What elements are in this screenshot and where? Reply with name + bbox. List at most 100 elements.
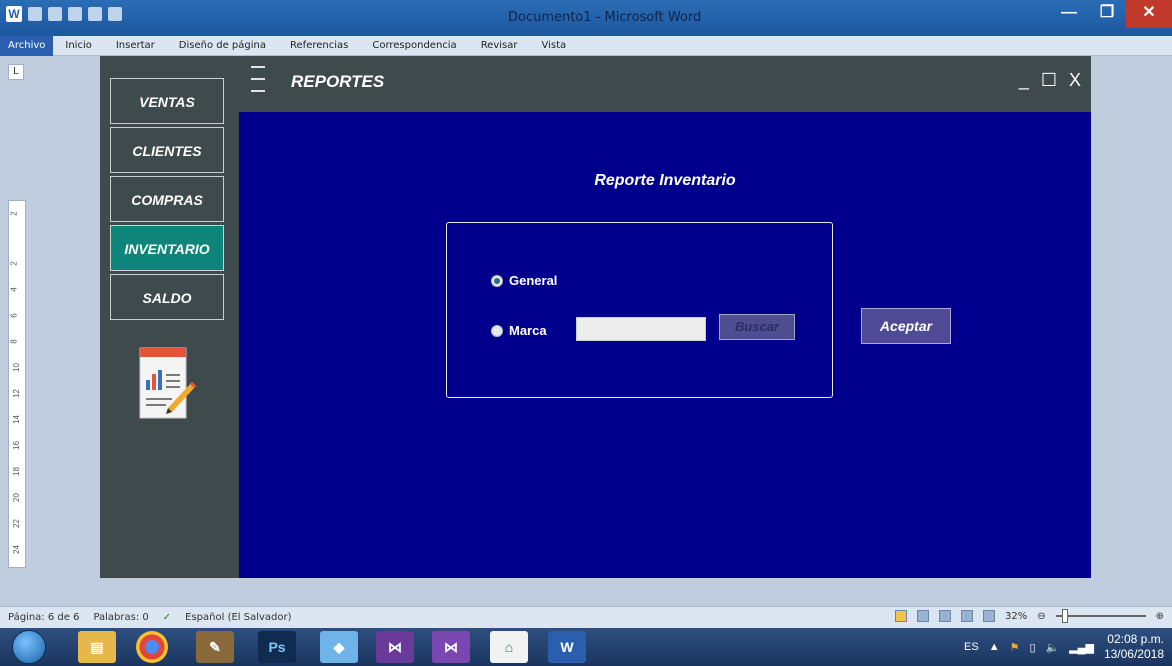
ribbon-tab-referencias[interactable]: Referencias [278, 40, 360, 51]
general-radio[interactable] [491, 274, 503, 287]
word-close-button[interactable]: ✕ [1126, 0, 1172, 28]
full-screen-reading-view-icon[interactable] [916, 610, 929, 622]
chrome-icon[interactable] [136, 631, 168, 663]
zoom-in-icon[interactable]: ⊕ [1156, 611, 1164, 622]
general-option[interactable]: General [491, 273, 557, 288]
save-icon[interactable] [28, 7, 42, 21]
outline-view-icon[interactable] [960, 610, 973, 622]
tab-selector[interactable]: L [8, 64, 24, 80]
ruler-number: 10 [11, 363, 21, 372]
word-logo-icon[interactable]: W [6, 6, 22, 22]
notification-icon[interactable]: ⚑ [1010, 641, 1020, 654]
redo-icon[interactable] [68, 7, 82, 21]
virtualbox-icon[interactable]: ◆ [320, 631, 358, 663]
report-options-panel: General Marca Buscar [446, 222, 833, 398]
ruler-number: 12 [11, 389, 21, 398]
zoom-slider[interactable] [1055, 609, 1146, 623]
nav-item-ventas[interactable]: VENTAS [110, 78, 224, 124]
signal-icon[interactable]: ▂▄▆ [1069, 641, 1094, 654]
marca-label: Marca [509, 323, 547, 338]
print-layout-view-icon[interactable] [894, 610, 907, 622]
photoshop-icon[interactable]: Ps [258, 631, 296, 663]
word-maximize-button[interactable]: ❐ [1088, 0, 1126, 28]
marca-input[interactable] [576, 317, 706, 341]
app-minimize-button[interactable]: _ [1019, 70, 1029, 91]
ruler-number: 22 [11, 519, 21, 528]
nav-item-compras[interactable]: COMPRAS [110, 176, 224, 222]
word-titlebar: W Documento1 - Microsoft Word — ❐ ✕ [0, 0, 1172, 36]
ribbon-tab-inicio[interactable]: Inicio [53, 40, 103, 51]
word-count[interactable]: Palabras: 0 [93, 612, 148, 623]
clock-date: 13/06/2018 [1103, 647, 1164, 661]
ruler-number: 4 [9, 287, 19, 292]
app-topbar: REPORTES _ ☐ X [239, 56, 1091, 112]
nav-item-inventario[interactable]: INVENTARIO [110, 225, 224, 271]
ruler-number: 8 [9, 339, 19, 344]
clock[interactable]: 02:08 p.m. 13/06/2018 [1104, 632, 1164, 662]
draft-view-icon[interactable] [982, 610, 995, 622]
marca-option[interactable]: Marca [491, 323, 547, 338]
tray-expand-icon[interactable]: ▲ [989, 641, 1000, 653]
app-maximize-button[interactable]: ☐ [1041, 70, 1057, 91]
ruler-number: 24 [11, 545, 21, 554]
app-store-icon[interactable]: ⌂ [490, 631, 528, 663]
report-content: Reporte Inventario General Marca Buscar … [239, 112, 1091, 578]
nav-item-saldo[interactable]: SALDO [110, 274, 224, 320]
word-window-controls: — ❐ ✕ [1050, 0, 1172, 28]
file-explorer-icon[interactable]: ▤ [78, 631, 116, 663]
language-tray[interactable]: ES [964, 641, 979, 653]
battery-icon[interactable]: ▯ [1029, 641, 1035, 654]
app-close-button[interactable]: X [1069, 70, 1081, 91]
quick-access-toolbar: W [6, 6, 122, 22]
ribbon-tab-revisar[interactable]: Revisar [469, 40, 530, 51]
clock-time: 02:08 p.m. [1107, 632, 1164, 646]
ruler-number: 2 [9, 261, 19, 266]
report-title: Reporte Inventario [594, 172, 736, 189]
ribbon-tab-archivo[interactable]: Archivo [0, 35, 54, 56]
ribbon-tab-diseno[interactable]: Diseño de página [167, 40, 278, 51]
ribbon-tab-vista[interactable]: Vista [529, 40, 578, 51]
volume-icon[interactable]: 🔈 [1046, 641, 1060, 654]
format-icon[interactable] [88, 7, 102, 21]
reportes-app-window: VENTAS CLIENTES COMPRAS INVENTARIO SALDO… [100, 56, 1091, 578]
word-taskbar-icon[interactable]: W [548, 631, 586, 663]
ribbon-tab-insertar[interactable]: Insertar [104, 40, 167, 51]
language-indicator[interactable]: Español (El Salvador) [185, 612, 291, 623]
nav-item-clientes[interactable]: CLIENTES [110, 127, 224, 173]
ruler-number: 6 [9, 313, 19, 318]
zoom-level[interactable]: 32% [1005, 611, 1027, 622]
ribbon-tabs: Archivo Inicio Insertar Diseño de página… [0, 35, 1172, 56]
ruler-number: 20 [11, 493, 21, 502]
ruler-number: 14 [11, 415, 21, 424]
marca-radio[interactable] [491, 324, 503, 337]
hamburger-menu-icon[interactable] [251, 66, 265, 100]
report-document-icon [139, 347, 196, 419]
ruler-number: 2 [9, 211, 19, 216]
ruler-number: 16 [11, 441, 21, 450]
start-button-icon[interactable] [12, 630, 46, 664]
visual-studio-icon[interactable]: ⋈ [376, 631, 414, 663]
visual-studio-2-icon[interactable]: ⋈ [432, 631, 470, 663]
ribbon-tab-correspondencia[interactable]: Correspondencia [360, 40, 468, 51]
zoom-out-icon[interactable]: ⊖ [1037, 611, 1045, 622]
zoom-slider-thumb[interactable] [1061, 609, 1068, 623]
word-statusbar: Página: 6 de 6 Palabras: 0 ✓ Español (El… [0, 606, 1172, 628]
ruler-number: 18 [11, 467, 21, 476]
windows-taskbar: ▤ ✎ Ps ◆ ⋈ ⋈ ⌂ W ES ▲ ⚑ ▯ 🔈 ▂▄▆ 02:08 p.… [0, 628, 1172, 666]
spellcheck-icon[interactable]: ✓ [163, 612, 171, 623]
word-minimize-button[interactable]: — [1050, 0, 1088, 28]
app-window-controls: _ ☐ X [1019, 70, 1081, 91]
buscar-button[interactable]: Buscar [719, 314, 795, 340]
document-title: Documento1 - Microsoft Word [508, 10, 702, 25]
sidebar: VENTAS CLIENTES COMPRAS INVENTARIO SALDO [100, 56, 239, 578]
page-count[interactable]: Página: 6 de 6 [8, 612, 79, 623]
general-label: General [509, 273, 558, 288]
system-tray: ES ▲ ⚑ ▯ 🔈 ▂▄▆ 02:08 p.m. 13/06/2018 [964, 632, 1164, 662]
undo-icon[interactable] [48, 7, 62, 21]
topbar-title: REPORTES [291, 72, 385, 91]
vertical-ruler: 2 2 4 6 8 10 12 14 16 18 20 22 24 [8, 200, 26, 568]
print-preview-icon[interactable] [108, 7, 122, 21]
tools-app-icon[interactable]: ✎ [196, 631, 234, 663]
aceptar-button[interactable]: Aceptar [861, 308, 951, 344]
web-layout-view-icon[interactable] [938, 610, 951, 622]
